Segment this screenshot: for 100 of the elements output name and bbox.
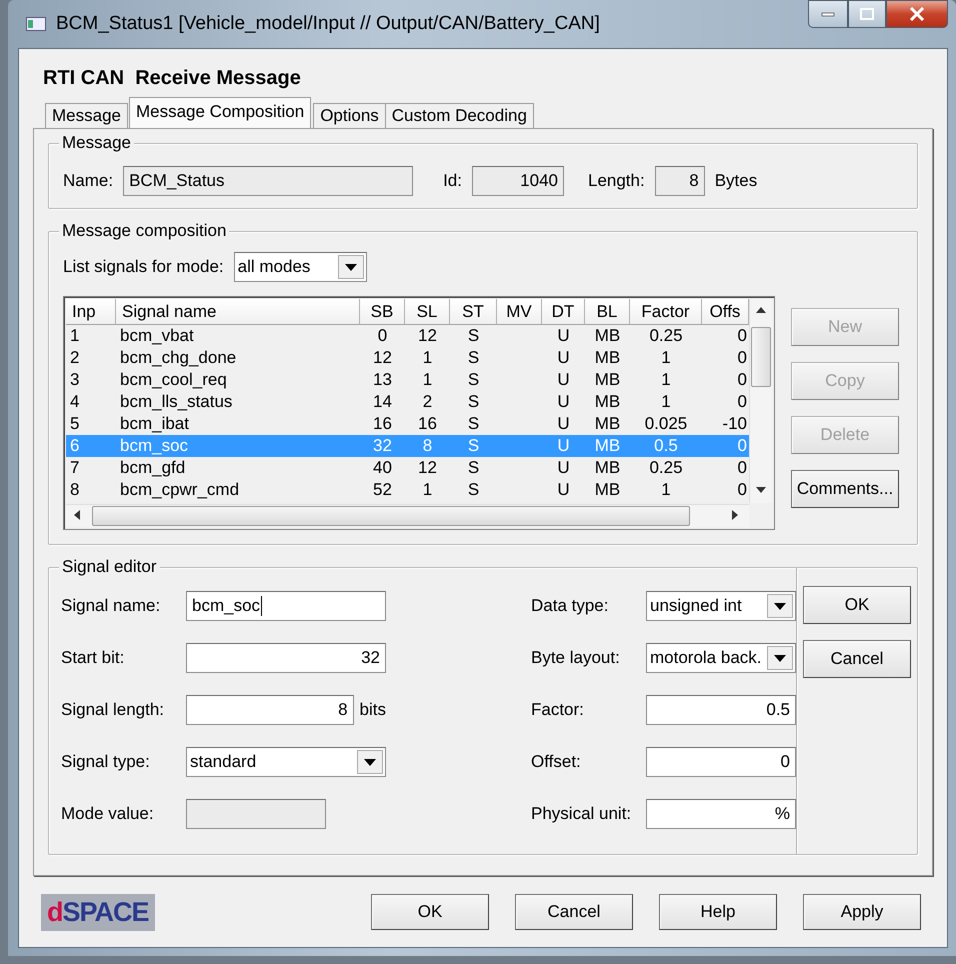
- input-field[interactable]: 0: [646, 747, 796, 777]
- column-header[interactable]: Offs: [702, 299, 749, 325]
- scroll-up-icon[interactable]: [756, 307, 766, 313]
- dropdown-field[interactable]: motorola back.: [646, 643, 796, 673]
- table-cell[interactable]: 3: [66, 369, 116, 391]
- tab[interactable]: Custom Decoding: [384, 103, 534, 128]
- button[interactable]: Cancel: [515, 894, 633, 930]
- vertical-scrollbar[interactable]: [749, 299, 772, 503]
- close-button[interactable]: [886, 0, 948, 28]
- table-cell[interactable]: bcm_vbat: [116, 325, 360, 347]
- table-cell[interactable]: 0: [702, 325, 749, 347]
- table-cell[interactable]: S: [450, 391, 497, 413]
- input-field[interactable]: 8: [186, 695, 354, 725]
- table-cell[interactable]: MB: [585, 347, 630, 369]
- column-header[interactable]: Inp: [66, 299, 116, 325]
- table-cell[interactable]: 40: [360, 457, 405, 479]
- table-cell[interactable]: S: [450, 479, 497, 501]
- input-field[interactable]: 0.5: [646, 695, 796, 725]
- scroll-down-icon[interactable]: [756, 487, 766, 493]
- button[interactable]: OK: [371, 894, 489, 930]
- table-cell[interactable]: MB: [585, 369, 630, 391]
- table-cell[interactable]: 1: [630, 479, 702, 501]
- column-header[interactable]: Signal name: [116, 299, 360, 325]
- table-cell[interactable]: 14: [360, 391, 405, 413]
- column-header[interactable]: ST: [450, 299, 497, 325]
- table-cell[interactable]: bcm_cool_req: [116, 369, 360, 391]
- table-cell[interactable]: 1: [405, 479, 450, 501]
- table-cell[interactable]: 0: [702, 391, 749, 413]
- mode-dropdown[interactable]: all modes: [234, 252, 367, 282]
- input-field[interactable]: [186, 799, 326, 829]
- table-cell[interactable]: 12: [360, 347, 405, 369]
- table-cell[interactable]: bcm_gfd: [116, 457, 360, 479]
- table-cell[interactable]: 0: [702, 369, 749, 391]
- column-header[interactable]: DT: [542, 299, 585, 325]
- horizontal-scrollbar[interactable]: [66, 504, 749, 527]
- table-cell[interactable]: S: [450, 457, 497, 479]
- id-field[interactable]: 1040: [472, 166, 564, 196]
- scroll-thumb[interactable]: [751, 327, 771, 387]
- table-cell[interactable]: 2: [66, 347, 116, 369]
- scroll-thumb[interactable]: [92, 506, 690, 526]
- length-field[interactable]: 8: [654, 166, 705, 196]
- table-cell[interactable]: 2: [405, 391, 450, 413]
- column-header[interactable]: SL: [405, 299, 450, 325]
- table-cell[interactable]: S: [450, 413, 497, 435]
- minimize-button[interactable]: [808, 0, 848, 28]
- table-cell[interactable]: bcm_lls_status: [116, 391, 360, 413]
- button[interactable]: Comments...: [791, 470, 899, 508]
- table-cell[interactable]: 16: [360, 413, 405, 435]
- table-cell[interactable]: bcm_cpwr_cmd: [116, 479, 360, 501]
- table-cell[interactable]: 1: [405, 347, 450, 369]
- dropdown-field[interactable]: unsigned int: [646, 591, 796, 621]
- table-cell[interactable]: 1: [630, 391, 702, 413]
- scroll-right-icon[interactable]: [732, 510, 738, 520]
- column-header[interactable]: MV: [497, 299, 542, 325]
- button[interactable]: Cancel: [803, 640, 911, 678]
- table-cell[interactable]: MB: [585, 325, 630, 347]
- table-cell[interactable]: 0: [702, 479, 749, 501]
- table-cell[interactable]: 0: [702, 347, 749, 369]
- table-cell[interactable]: 13: [360, 369, 405, 391]
- table-cell[interactable]: 8: [66, 479, 116, 501]
- table-cell[interactable]: -10: [702, 413, 749, 435]
- table-cell[interactable]: U: [542, 391, 585, 413]
- input-field[interactable]: %: [646, 799, 796, 829]
- table-cell[interactable]: 12: [405, 325, 450, 347]
- table-cell[interactable]: U: [542, 369, 585, 391]
- button[interactable]: Apply: [803, 894, 921, 930]
- table-cell[interactable]: 1: [405, 369, 450, 391]
- table-cell[interactable]: 0.025: [630, 413, 702, 435]
- tab[interactable]: Options: [313, 103, 386, 128]
- table-cell[interactable]: 16: [405, 413, 450, 435]
- table-cell[interactable]: S: [450, 325, 497, 347]
- button[interactable]: Help: [659, 894, 777, 930]
- table-cell[interactable]: U: [542, 325, 585, 347]
- table-cell[interactable]: U: [542, 347, 585, 369]
- table-cell[interactable]: 1: [630, 347, 702, 369]
- table-cell[interactable]: U: [542, 457, 585, 479]
- table-cell[interactable]: 0.25: [630, 457, 702, 479]
- table-cell[interactable]: 5: [66, 413, 116, 435]
- table-cell[interactable]: 12: [405, 457, 450, 479]
- name-field[interactable]: BCM_Status: [123, 166, 414, 196]
- table-cell[interactable]: 1: [66, 325, 116, 347]
- dropdown-field[interactable]: standard: [186, 747, 386, 777]
- table-cell[interactable]: U: [542, 479, 585, 501]
- scroll-left-icon[interactable]: [74, 510, 80, 520]
- table-cell[interactable]: bcm_chg_done: [116, 347, 360, 369]
- table-cell[interactable]: 0.25: [630, 325, 702, 347]
- table-cell[interactable]: 52: [360, 479, 405, 501]
- table-cell[interactable]: 7: [66, 457, 116, 479]
- table-cell[interactable]: bcm_ibat: [116, 413, 360, 435]
- input-field[interactable]: bcm_soc: [186, 591, 386, 621]
- table-cell[interactable]: 4: [66, 391, 116, 413]
- table-cell[interactable]: 0: [702, 457, 749, 479]
- tab[interactable]: Message Composition: [128, 97, 312, 128]
- table-cell[interactable]: S: [450, 369, 497, 391]
- maximize-button[interactable]: [848, 0, 886, 28]
- table-cell[interactable]: MB: [585, 457, 630, 479]
- table-cell[interactable]: MB: [585, 479, 630, 501]
- button[interactable]: OK: [803, 586, 911, 624]
- column-header[interactable]: SB: [360, 299, 405, 325]
- column-header[interactable]: BL: [585, 299, 630, 325]
